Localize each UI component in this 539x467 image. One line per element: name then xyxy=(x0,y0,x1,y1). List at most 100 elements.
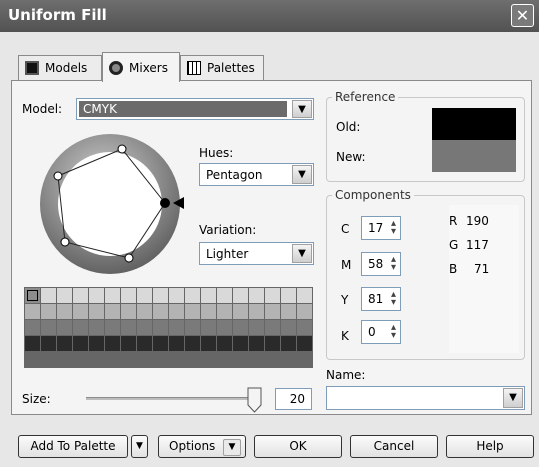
swatch-cell[interactable] xyxy=(297,304,312,319)
swatch-cell[interactable] xyxy=(233,288,248,303)
swatch-cell[interactable] xyxy=(265,320,280,335)
y-field[interactable]: 81 ▴ ▾ xyxy=(361,287,401,311)
swatch-cell[interactable] xyxy=(297,352,312,367)
hue-point[interactable] xyxy=(124,253,134,263)
swatch-cell[interactable] xyxy=(201,352,216,367)
swatch-cell[interactable] xyxy=(297,320,312,335)
swatch-cell[interactable] xyxy=(185,288,200,303)
options-button[interactable]: Options ▼ xyxy=(158,435,246,458)
swatch-cell[interactable] xyxy=(121,336,136,351)
swatch-cell[interactable] xyxy=(281,288,296,303)
swatch-cell[interactable] xyxy=(41,336,56,351)
swatch-cell[interactable] xyxy=(153,288,168,303)
swatch-cell[interactable] xyxy=(249,320,264,335)
swatch-cell[interactable] xyxy=(265,352,280,367)
swatch-cell[interactable] xyxy=(169,288,184,303)
swatch-cell[interactable] xyxy=(121,304,136,319)
hue-point[interactable] xyxy=(53,171,63,181)
swatch-cell[interactable] xyxy=(201,288,216,303)
swatch-cell[interactable] xyxy=(57,288,72,303)
swatch-cell[interactable] xyxy=(249,352,264,367)
hue-point[interactable] xyxy=(117,144,127,154)
k-field[interactable]: 0 ▴ ▾ xyxy=(361,320,401,344)
swatch-cell[interactable] xyxy=(105,288,120,303)
swatch-cell[interactable] xyxy=(185,336,200,351)
swatch-cell[interactable] xyxy=(201,320,216,335)
size-value[interactable]: 20 xyxy=(275,388,312,410)
swatch-cell[interactable] xyxy=(89,288,104,303)
swatch-cell[interactable] xyxy=(73,320,88,335)
swatch-cell[interactable] xyxy=(25,336,40,351)
swatch-cell[interactable] xyxy=(57,320,72,335)
swatch-cell[interactable] xyxy=(233,336,248,351)
swatch-cell[interactable] xyxy=(153,336,168,351)
chevron-down-icon[interactable]: ▼ xyxy=(503,388,523,408)
swatch-cell[interactable] xyxy=(169,336,184,351)
swatch-cell[interactable] xyxy=(169,320,184,335)
hue-point[interactable] xyxy=(60,237,70,247)
chevron-down-icon[interactable]: ▼ xyxy=(292,244,312,263)
swatch-cell[interactable] xyxy=(25,304,40,319)
tab-models[interactable]: Models xyxy=(18,55,102,80)
swatch-cell[interactable] xyxy=(89,336,104,351)
swatch-cell[interactable] xyxy=(57,352,72,367)
swatch-cell[interactable] xyxy=(201,336,216,351)
swatch-cell[interactable] xyxy=(249,336,264,351)
m-field[interactable]: 58 ▴ ▾ xyxy=(361,252,401,276)
add-to-palette-button[interactable]: Add To Palette xyxy=(18,435,128,458)
swatch-cell[interactable] xyxy=(281,336,296,351)
swatch-cell[interactable] xyxy=(185,352,200,367)
swatch-cell[interactable] xyxy=(57,336,72,351)
swatch-cell[interactable] xyxy=(297,288,312,303)
swatch-cell[interactable] xyxy=(137,352,152,367)
swatch-cell[interactable] xyxy=(73,336,88,351)
swatch-cell[interactable] xyxy=(137,288,152,303)
tab-mixers[interactable]: Mixers xyxy=(102,52,180,82)
swatch-cell[interactable] xyxy=(73,288,88,303)
swatch-cell[interactable] xyxy=(105,304,120,319)
swatch-cell[interactable] xyxy=(185,320,200,335)
chevron-down-icon[interactable]: ▼ xyxy=(292,100,312,118)
hue-point-selected[interactable] xyxy=(160,198,170,208)
swatch-cell[interactable] xyxy=(249,304,264,319)
swatch-cell[interactable] xyxy=(169,304,184,319)
swatch-cell[interactable] xyxy=(73,304,88,319)
swatch-cell[interactable] xyxy=(297,336,312,351)
swatch-cell[interactable] xyxy=(265,336,280,351)
swatch-cell[interactable] xyxy=(217,336,232,351)
hues-dropdown[interactable]: Pentagon ▼ xyxy=(199,163,314,186)
swatch-cell[interactable] xyxy=(121,352,136,367)
swatch-cell[interactable] xyxy=(105,352,120,367)
swatch-cell[interactable] xyxy=(153,320,168,335)
swatch-cell[interactable] xyxy=(41,352,56,367)
spin-arrows-icon[interactable]: ▴ ▾ xyxy=(391,219,396,237)
size-slider-track[interactable] xyxy=(86,397,256,400)
swatch-cell[interactable] xyxy=(281,304,296,319)
swatch-cell[interactable] xyxy=(281,352,296,367)
swatch-cell[interactable] xyxy=(121,320,136,335)
swatch-cell[interactable] xyxy=(41,320,56,335)
swatch-cell[interactable] xyxy=(41,304,56,319)
swatch-cell[interactable] xyxy=(25,320,40,335)
spin-arrows-icon[interactable]: ▴ ▾ xyxy=(391,290,396,308)
swatch-cell[interactable] xyxy=(233,304,248,319)
swatch-grid[interactable] xyxy=(24,287,313,368)
swatch-cell[interactable] xyxy=(105,336,120,351)
swatch-cell[interactable] xyxy=(105,320,120,335)
swatch-cell[interactable] xyxy=(41,288,56,303)
swatch-cell[interactable] xyxy=(249,288,264,303)
swatch-cell[interactable] xyxy=(217,320,232,335)
swatch-cell[interactable] xyxy=(57,304,72,319)
swatch-cell[interactable] xyxy=(265,288,280,303)
swatch-cell[interactable] xyxy=(89,352,104,367)
swatch-cell[interactable] xyxy=(201,304,216,319)
swatch-cell[interactable] xyxy=(89,304,104,319)
swatch-cell[interactable] xyxy=(89,320,104,335)
swatch-cell[interactable] xyxy=(153,352,168,367)
swatch-cell[interactable] xyxy=(233,320,248,335)
swatch-cell[interactable] xyxy=(137,336,152,351)
color-wheel[interactable] xyxy=(28,134,198,284)
name-field[interactable]: ▼ xyxy=(326,386,525,410)
tab-palettes[interactable]: Palettes xyxy=(180,55,264,80)
swatch-cell[interactable] xyxy=(265,304,280,319)
